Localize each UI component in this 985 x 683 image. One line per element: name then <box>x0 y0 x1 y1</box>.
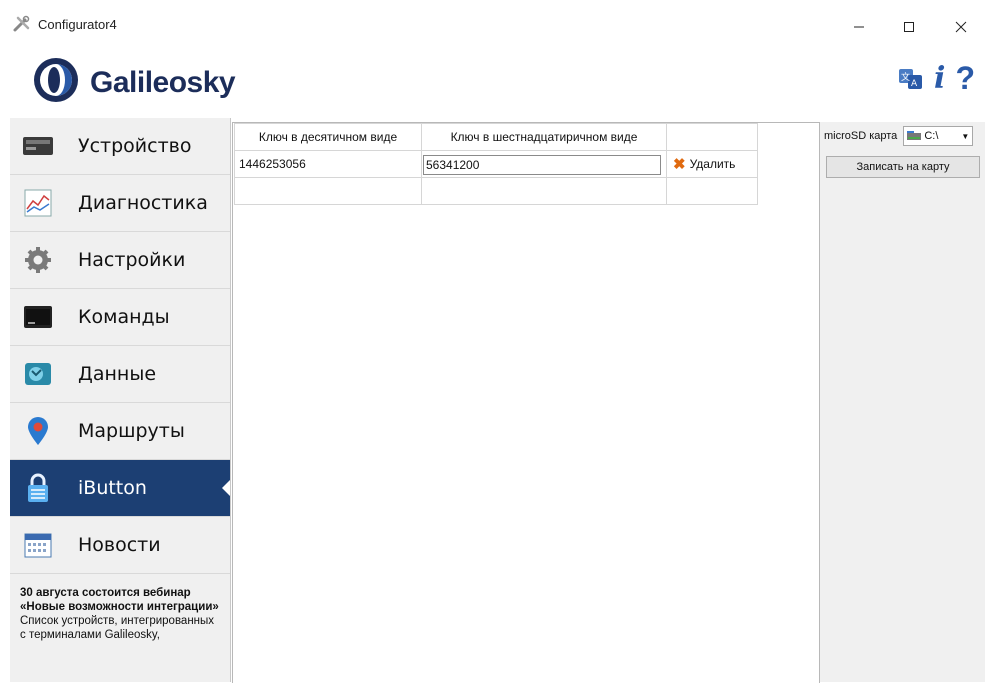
microsd-panel: microSD карта C:\ ▼ Записать на карту <box>820 122 985 682</box>
svg-text:A: A <box>911 79 918 89</box>
news-title[interactable]: 30 августа состоится вебинар «Новые возм… <box>20 586 220 614</box>
map-pin-icon <box>22 415 54 447</box>
language-icon[interactable]: 文 A <box>898 66 924 92</box>
sidebar-item-label: Диагностика <box>78 192 208 214</box>
hex-key-input[interactable] <box>423 155 661 175</box>
hex-key-cell-empty[interactable] <box>421 177 667 205</box>
title-bar: Configurator4 <box>0 0 985 48</box>
sidebar-item-commands[interactable]: Команды <box>10 289 230 346</box>
terminal-icon <box>22 301 54 333</box>
logo-text: Galileosky <box>90 66 236 99</box>
galileosky-logo-icon <box>34 58 78 102</box>
drive-select[interactable]: C:\ ▼ <box>903 126 974 146</box>
sidebar: Устройство Диагностика Настройки Команды… <box>10 118 231 682</box>
device-icon <box>22 130 54 162</box>
sidebar-item-data[interactable]: Данные <box>10 346 230 403</box>
table-header-row: Ключ в десятичном виде Ключ в шестнадцат… <box>234 123 758 151</box>
table-row: 1446253056 ✖ Удалить <box>234 150 758 178</box>
column-header-action <box>666 123 758 151</box>
sidebar-item-label: iButton <box>78 477 147 499</box>
sidebar-item-label: Новости <box>78 534 161 556</box>
sidebar-item-news[interactable]: Новости <box>10 517 230 574</box>
microsd-row: microSD карта C:\ ▼ <box>824 126 974 146</box>
close-icon[interactable] <box>938 8 984 46</box>
lock-icon <box>22 472 54 504</box>
news-panel: 30 августа состоится вебинар «Новые возм… <box>10 574 230 642</box>
delete-icon: ✖ <box>673 155 686 173</box>
sidebar-item-label: Данные <box>78 363 157 385</box>
decimal-key-value: 1446253056 <box>239 157 306 171</box>
diagnostics-icon <box>22 187 54 219</box>
sidebar-item-label: Устройство <box>78 135 192 157</box>
keys-table: Ключ в десятичном виде Ключ в шестнадцат… <box>234 123 758 205</box>
info-icon[interactable]: i <box>934 61 945 96</box>
sidebar-item-label: Команды <box>78 306 170 328</box>
svg-text:文: 文 <box>901 71 910 83</box>
table-row-empty <box>234 177 758 205</box>
gear-icon <box>22 244 54 276</box>
write-to-card-button[interactable]: Записать на карту <box>826 156 980 178</box>
help-icon[interactable]: ? <box>955 60 975 97</box>
minimize-icon[interactable] <box>836 8 882 46</box>
window-title: Configurator4 <box>38 17 117 32</box>
microsd-label: microSD карта <box>824 130 898 142</box>
hex-key-cell <box>421 150 667 178</box>
delete-button[interactable]: ✖ Удалить <box>667 157 757 172</box>
chevron-down-icon: ▼ <box>961 131 970 141</box>
column-header-hex[interactable]: Ключ в шестнадцатиричном виде <box>421 123 667 151</box>
drive-value: C:\ <box>924 130 939 142</box>
column-header-decimal[interactable]: Ключ в десятичном виде <box>234 123 422 151</box>
sidebar-item-diagnostics[interactable]: Диагностика <box>10 175 230 232</box>
action-cell: ✖ Удалить <box>666 150 758 178</box>
data-icon <box>22 358 54 390</box>
decimal-key-cell[interactable]: 1446253056 <box>234 150 422 178</box>
ibutton-keys-panel: Ключ в десятичном виде Ключ в шестнадцат… <box>232 122 820 683</box>
maximize-icon[interactable] <box>886 8 932 46</box>
decimal-key-cell-empty[interactable] <box>234 177 422 205</box>
header-icons: 文 A i ? <box>898 60 975 97</box>
sidebar-item-label: Маршруты <box>78 420 185 442</box>
app-window: Configurator4 Galileosky 文 A i ? Устройс… <box>0 0 985 683</box>
tools-icon <box>13 15 30 32</box>
news-body: Список устройств, интегрированных с терм… <box>20 615 215 641</box>
sidebar-item-settings[interactable]: Настройки <box>10 232 230 289</box>
sidebar-item-ibutton[interactable]: iButton <box>10 460 230 517</box>
drive-icon <box>907 131 922 140</box>
delete-label: Удалить <box>689 157 736 171</box>
sidebar-item-device[interactable]: Устройство <box>10 118 230 175</box>
action-cell-empty <box>666 177 758 205</box>
app-header: Galileosky 文 A i ? <box>0 48 985 118</box>
sidebar-item-routes[interactable]: Маршруты <box>10 403 230 460</box>
calendar-icon <box>22 529 54 561</box>
sidebar-item-label: Настройки <box>78 249 186 271</box>
